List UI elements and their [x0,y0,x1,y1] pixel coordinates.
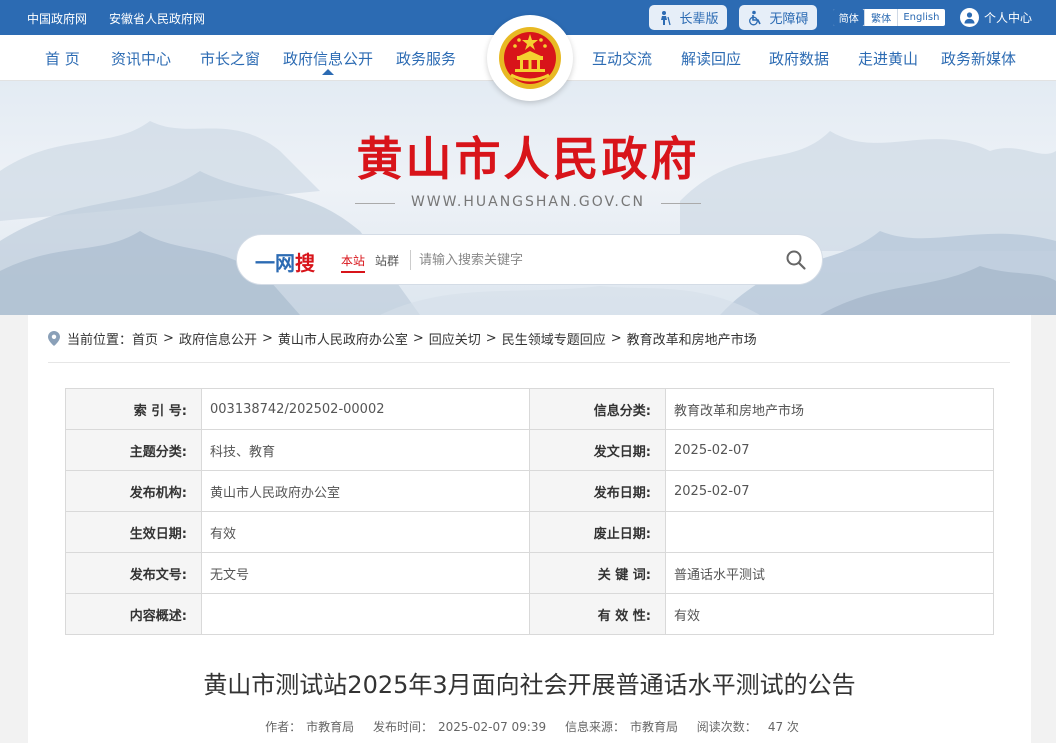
search-box: 一网搜 本站 站群 [236,234,823,285]
nav-services[interactable]: 政务服务 [396,48,456,69]
table-row: 生效日期: 有效 废止日期: [65,511,994,553]
nav-huangshan[interactable]: 走进黄山 [858,48,918,69]
issue-date-label: 发文日期: [529,429,666,471]
effective-date-value: 有效 [201,511,530,553]
doc-number-value: 无文号 [201,552,530,594]
table-row: 发布机构: 黄山市人民政府办公室 发布日期: 2025-02-07 [65,470,994,512]
main-content: 当前位置： 首页 > 政府信息公开 > 黄山市人民政府办公室 > 回应关切 > … [28,315,1031,743]
site-banner: 黄山市人民政府 WWW.HUANGSHAN.GOV.CN 一网搜 本站 站群 [0,81,1056,315]
elder-mode-button[interactable]: 长辈版 [649,5,727,30]
user-center-link[interactable]: 个人中心 [960,7,1032,27]
topic-category-label: 主题分类: [65,429,202,471]
time-label: 发布时间： [372,720,433,734]
search-logo: 一网搜 [255,251,315,275]
breadcrumb-gov-info[interactable]: 政府信息公开 [179,329,257,348]
publish-date-label: 发布日期: [529,470,666,512]
info-category-label: 信息分类: [529,388,666,430]
publisher-label: 发布机构: [65,470,202,512]
search-icon[interactable] [785,249,807,271]
breadcrumb-divider [48,362,1010,363]
table-row: 发布文号: 无文号 关 键 词: 普通话水平测试 [65,552,994,594]
nav-new-media[interactable]: 政务新媒体 [941,48,1016,69]
breadcrumb-response[interactable]: 回应关切 [429,329,481,348]
breadcrumb-office[interactable]: 黄山市人民政府办公室 [278,329,408,348]
elder-mode-label: 长辈版 [679,12,719,27]
issue-date-value: 2025-02-07 [665,429,994,471]
lang-traditional[interactable]: 繁体 [864,9,896,26]
accessibility-label: 无障碍 [769,12,809,27]
emblem-icon [499,27,561,89]
search-tab-site[interactable]: 本站 [341,252,366,273]
wheelchair-icon [749,10,762,25]
nav-interaction[interactable]: 互动交流 [592,48,652,69]
article-title: 黄山市测试站2025年3月面向社会开展普通话水平测试的公告 [203,671,856,699]
user-icon [960,7,979,27]
link-anhui-gov[interactable]: 安徽省人民政府网 [109,10,205,27]
publish-date-value: 2025-02-07 [665,470,994,512]
nav-home[interactable]: 首 页 [45,48,80,69]
link-china-gov[interactable]: 中国政府网 [27,10,87,27]
table-row: 主题分类: 科技、教育 发文日期: 2025-02-07 [65,429,994,471]
author-label: 作者： [265,720,302,734]
source-label: 信息来源： [564,720,625,734]
accessibility-button[interactable]: 无障碍 [739,5,817,30]
summary-label: 内容概述: [65,593,202,635]
breadcrumb-education[interactable]: 教育改革和房地产市场 [627,329,757,348]
search-tab-group[interactable]: 站群 [375,252,399,269]
site-title: 黄山市人民政府 [356,132,700,186]
user-center-label: 个人中心 [984,10,1033,25]
site-url: WWW.HUANGSHAN.GOV.CN [410,194,646,210]
search-divider [410,250,411,270]
keywords-label: 关 键 词: [529,552,666,594]
reads-value: 47 次 [767,720,799,734]
info-category-value: 教育改革和房地产市场 [665,388,994,430]
expiry-date-label: 废止日期: [529,511,666,553]
nav-interpretation[interactable]: 解读回应 [681,48,741,69]
lang-english[interactable]: English [896,9,945,26]
elder-icon [661,10,672,25]
topic-category-value: 科技、教育 [201,429,530,471]
url-divider-right [661,203,701,204]
breadcrumb-livelihood[interactable]: 民生领域专题回应 [502,329,606,348]
breadcrumb: 当前位置： 首页 > 政府信息公开 > 黄山市人民政府办公室 > 回应关切 > … [48,329,757,348]
summary-value [201,593,530,635]
breadcrumb-home[interactable]: 首页 [132,329,158,348]
info-table: 索 引 号: 003138742/202502-00002 信息分类: 教育改革… [65,388,994,635]
time-value: 2025-02-07 09:39 [437,720,547,734]
author-value: 市教育局 [306,720,355,734]
publisher-value: 黄山市人民政府办公室 [201,470,530,512]
doc-number-label: 发布文号: [65,552,202,594]
table-row: 索 引 号: 003138742/202502-00002 信息分类: 教育改革… [65,388,994,430]
nav-news[interactable]: 资讯中心 [111,48,171,69]
search-input[interactable] [419,248,759,272]
keywords-value: 普通话水平测试 [665,552,994,594]
nav-gov-info[interactable]: 政府信息公开 [283,48,374,85]
table-row: 内容概述: 有 效 性: 有效 [65,593,994,635]
national-emblem [487,15,573,101]
expiry-date-value [665,511,994,553]
validity-value: 有效 [665,593,994,635]
validity-label: 有 效 性: [529,593,666,635]
effective-date-label: 生效日期: [65,511,202,553]
article-meta: 作者： 市教育局 发布时间： 2025-02-07 09:39 信息来源： 市教育局 … [28,718,1031,735]
language-switcher: 简体 繁体 English [833,9,945,26]
breadcrumb-prefix: 当前位置： [67,333,133,348]
source-value: 市教育局 [629,720,678,734]
index-number-value: 003138742/202502-00002 [201,388,530,430]
nav-gov-data[interactable]: 政府数据 [769,48,829,69]
index-number-label: 索 引 号: [65,388,202,430]
lang-simplified[interactable]: 简体 [833,9,865,26]
reads-label: 阅读次数： [696,720,757,734]
nav-mayor[interactable]: 市长之窗 [200,48,260,69]
location-pin-icon [48,331,60,346]
